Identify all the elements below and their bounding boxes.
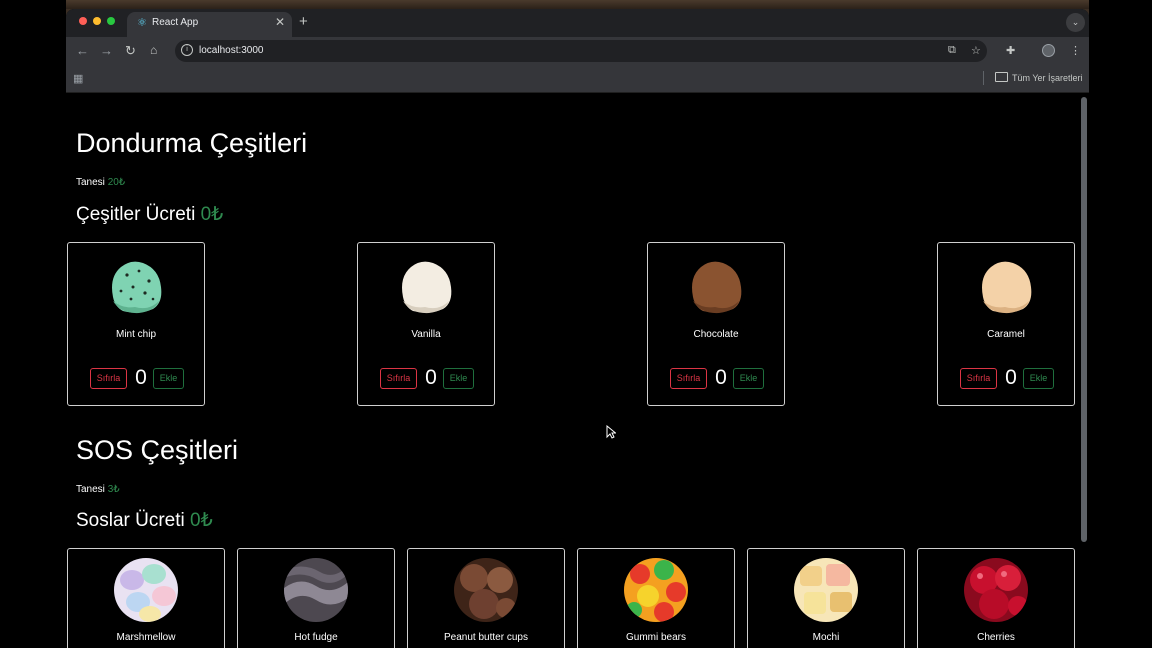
gummi-bears-image — [624, 558, 688, 622]
reset-button[interactable]: Sıfırla — [960, 368, 997, 389]
topping-name: Marshmellow — [116, 632, 176, 643]
total-value: 0₺ — [190, 510, 213, 531]
topping-card[interactable]: Marshmellow — [67, 548, 225, 648]
bookmarks-bar: ▦ Tüm Yer İşaretleri — [66, 65, 1089, 93]
flavor-count: 0 — [1005, 366, 1017, 389]
desktop-background-right — [1089, 0, 1152, 648]
flavor-name: Chocolate — [693, 329, 739, 340]
profile-avatar[interactable] — [1042, 44, 1055, 57]
total-label: Çeşitler Ücreti — [76, 204, 196, 225]
new-tab-icon[interactable]: + — [299, 13, 308, 30]
unit-price-value: 3₺ — [107, 484, 120, 495]
install-app-icon[interactable]: ⧉ — [948, 44, 956, 57]
home-icon[interactable]: ⌂ — [150, 43, 157, 57]
total-value: 0₺ — [200, 204, 224, 225]
mint-chip-scoop-image — [109, 257, 163, 315]
add-button[interactable]: Ekle — [443, 368, 474, 389]
marshmellow-image — [114, 558, 178, 622]
minimize-window-button[interactable] — [93, 17, 101, 25]
react-icon: ⚛ — [137, 17, 147, 29]
cherries-image — [964, 558, 1028, 622]
flavor-card: Mint chip Sıfırla 0 Ekle — [67, 242, 205, 406]
forward-icon[interactable]: → — [100, 43, 113, 58]
topping-card[interactable]: Gummi bears — [577, 548, 735, 648]
topping-card[interactable]: Hot fudge — [237, 548, 395, 648]
sauces-title: SOS Çeşitleri — [76, 435, 239, 465]
desktop-background-left — [0, 0, 66, 648]
apps-grid-icon[interactable]: ▦ — [73, 72, 83, 85]
folder-icon[interactable] — [995, 72, 1008, 82]
flavor-name: Caramel — [987, 329, 1025, 340]
menu-icon[interactable]: ⋮ — [1070, 44, 1081, 57]
url-text: localhost:3000 — [199, 45, 264, 56]
topping-card[interactable]: Peanut butter cups — [407, 548, 565, 648]
flavor-name: Mint chip — [115, 329, 156, 340]
flavor-card: Chocolate Sıfırla 0 Ekle — [647, 242, 785, 406]
topping-name: Mochi — [812, 632, 840, 643]
extensions-icon[interactable]: ✚ — [1006, 44, 1015, 57]
close-window-button[interactable] — [79, 17, 87, 25]
sauces-total: Soslar Ücreti 0₺ — [76, 509, 213, 532]
add-button[interactable]: Ekle — [153, 368, 184, 389]
hot-fudge-image — [284, 558, 348, 622]
tab-bar: ⚛ React App ✕ + ⌄ — [66, 9, 1089, 37]
bookmark-star-icon[interactable]: ☆ — [971, 44, 981, 57]
scrollbar[interactable] — [1081, 97, 1087, 542]
reset-button[interactable]: Sıfırla — [90, 368, 127, 389]
maximize-window-button[interactable] — [107, 17, 115, 25]
icecream-unit-price: Tanesi 20₺ — [76, 177, 125, 188]
back-icon[interactable]: ← — [76, 43, 89, 58]
flavor-count: 0 — [715, 366, 727, 389]
reset-button[interactable]: Sıfırla — [670, 368, 707, 389]
page-content: Dondurma Çeşitleri Tanesi 20₺ Çeşitler Ü… — [66, 93, 1089, 648]
topping-name: Gummi bears — [625, 632, 686, 643]
reset-button[interactable]: Sıfırla — [380, 368, 417, 389]
tab-title: React App — [152, 17, 199, 28]
flavor-card: Caramel Sıfırla 0 Ekle — [937, 242, 1075, 406]
all-bookmarks-link[interactable]: Tüm Yer İşaretleri — [1012, 73, 1083, 83]
peanut-butter-cups-image — [454, 558, 518, 622]
unit-price-label: Tanesi — [76, 177, 105, 188]
flavor-count: 0 — [135, 366, 147, 389]
mochi-image — [794, 558, 858, 622]
topping-card[interactable]: Cherries — [917, 548, 1075, 648]
unit-price-value: 20₺ — [107, 177, 126, 188]
close-tab-icon[interactable]: ✕ — [275, 15, 285, 29]
total-label: Soslar Ücreti — [76, 510, 185, 531]
site-info-icon[interactable]: i — [181, 44, 193, 56]
chocolate-scoop-image — [689, 257, 743, 315]
flavor-card: Vanilla Sıfırla 0 Ekle — [357, 242, 495, 406]
browser-window: ⚛ React App ✕ + ⌄ ← → ↻ ⌂ i localhost:30… — [66, 9, 1089, 648]
reload-icon[interactable]: ↻ — [125, 43, 136, 59]
unit-price-label: Tanesi — [76, 484, 105, 495]
flavor-count: 0 — [425, 366, 437, 389]
add-button[interactable]: Ekle — [1023, 368, 1054, 389]
topping-name: Hot fudge — [294, 632, 338, 643]
vanilla-scoop-image — [399, 257, 453, 315]
mouse-cursor-icon — [606, 424, 617, 439]
caramel-scoop-image — [979, 257, 1033, 315]
browser-toolbar: ← → ↻ ⌂ i localhost:3000 ⧉ ☆ ✚ ⋮ — [66, 37, 1089, 65]
sauces-unit-price: Tanesi 3₺ — [76, 484, 120, 495]
address-bar[interactable]: i localhost:3000 — [175, 40, 987, 62]
flavor-name: Vanilla — [411, 329, 441, 340]
topping-card[interactable]: Mochi — [747, 548, 905, 648]
topping-name: Peanut butter cups — [444, 632, 528, 643]
tab-search-icon[interactable]: ⌄ — [1066, 13, 1085, 32]
add-button[interactable]: Ekle — [733, 368, 764, 389]
topping-name: Cherries — [977, 632, 1015, 643]
icecream-total: Çeşitler Ücreti 0₺ — [76, 203, 223, 226]
icecream-title: Dondurma Çeşitleri — [76, 128, 308, 158]
tab-react-app[interactable]: ⚛ React App ✕ — [127, 12, 292, 37]
desktop-background — [0, 0, 1152, 9]
bookmarks-divider — [983, 71, 984, 85]
